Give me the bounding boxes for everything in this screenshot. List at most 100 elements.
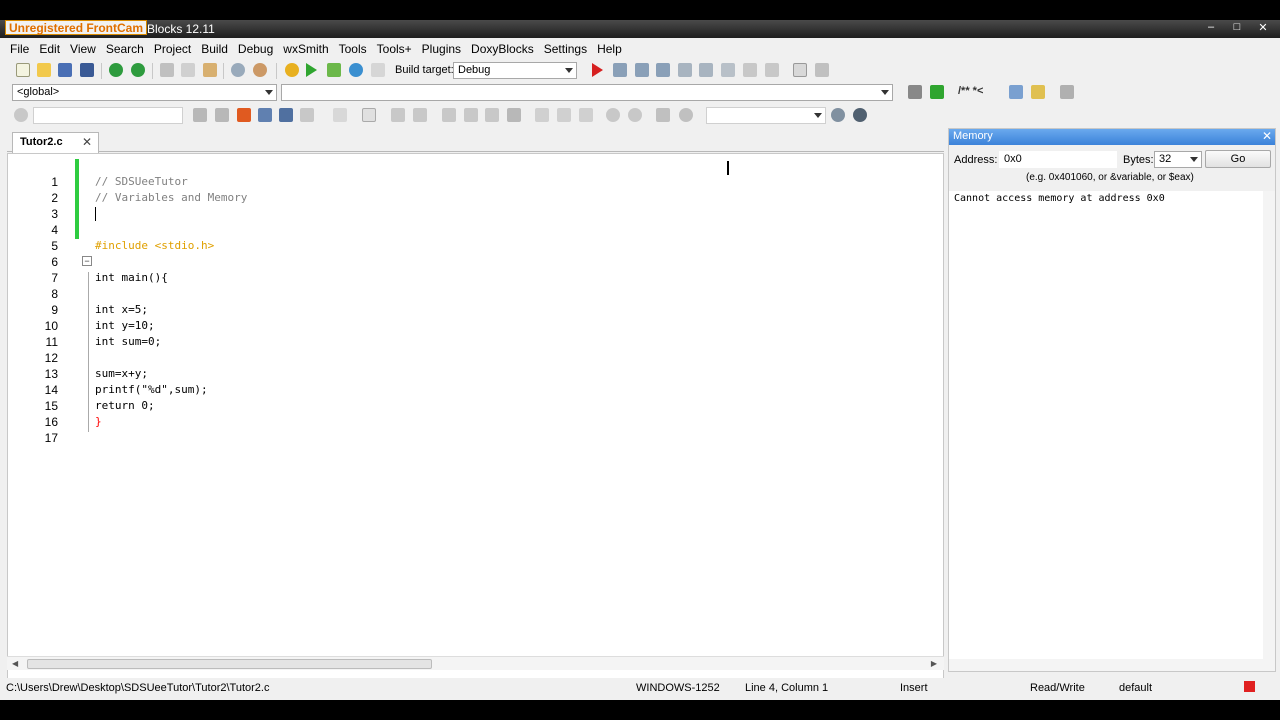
close-icon[interactable]: ✕ <box>1256 21 1270 34</box>
doxy-comment-icon[interactable]: /** *< <box>958 85 983 97</box>
memory-horizontal-scrollbar[interactable] <box>949 659 1275 671</box>
fill-icon[interactable] <box>507 108 521 122</box>
step-into-icon[interactable] <box>656 63 670 77</box>
rebuild-icon[interactable] <box>349 63 363 77</box>
find-icon[interactable] <box>231 63 245 77</box>
resize-icon[interactable] <box>413 108 427 122</box>
build-target-select[interactable]: Debug <box>453 62 577 79</box>
next-line-icon[interactable] <box>635 63 649 77</box>
snap-icon[interactable] <box>656 108 670 122</box>
menu-file[interactable]: File <box>5 42 34 56</box>
menu-project[interactable]: Project <box>149 42 196 56</box>
group-icon[interactable] <box>535 108 549 122</box>
arrange-icon[interactable] <box>579 108 593 122</box>
next-instruction-icon[interactable] <box>699 63 713 77</box>
menu-debug[interactable]: Debug <box>233 42 278 56</box>
back-arrow-icon[interactable] <box>193 108 207 122</box>
close-tab-icon[interactable]: ✕ <box>82 135 92 149</box>
run-to-cursor-icon[interactable] <box>613 63 627 77</box>
search-icon[interactable] <box>831 108 845 122</box>
save-all-icon[interactable] <box>80 63 94 77</box>
tab-tutor2-c[interactable]: Tutor2.c ✕ <box>12 132 99 153</box>
minimize-icon[interactable]: – <box>1204 21 1218 34</box>
menu-tools-plus[interactable]: Tools+ <box>372 42 417 56</box>
align-center-icon[interactable] <box>464 108 478 122</box>
new-file-icon[interactable] <box>16 63 30 77</box>
search-input[interactable] <box>33 107 183 124</box>
scrollbar-thumb[interactable] <box>27 659 432 669</box>
code-editor[interactable]: − 1// SDSUeeTutor 2// Variables and Memo… <box>7 153 944 693</box>
selected-text-icon[interactable] <box>258 108 272 122</box>
scroll-left-icon[interactable]: ◀ <box>12 659 18 668</box>
ungroup-icon[interactable] <box>557 108 571 122</box>
menu-doxyblocks[interactable]: DoxyBlocks <box>466 42 539 56</box>
code-line-6: 6 <box>51 255 58 269</box>
open-folder-icon[interactable] <box>37 63 51 77</box>
scroll-right-icon[interactable]: ▶ <box>931 659 937 668</box>
highlight-icon[interactable] <box>237 108 251 122</box>
clear-search-icon[interactable] <box>14 108 28 122</box>
save-icon[interactable] <box>58 63 72 77</box>
editor-horizontal-scrollbar[interactable]: ◀ ▶ <box>7 656 944 670</box>
memory-panel: Memory ✕ Address: 0x0 Bytes: 32 Go (e.g.… <box>948 128 1276 672</box>
align-left-icon[interactable] <box>442 108 456 122</box>
code-line-9: 9 int x=5; <box>51 303 148 317</box>
zoom-out-icon[interactable] <box>628 108 642 122</box>
code-line-15: 15 return 0; <box>44 399 155 413</box>
step-instruction-icon[interactable] <box>721 63 735 77</box>
debug-continue-icon[interactable] <box>592 63 603 77</box>
toggle-bookmark-icon[interactable] <box>908 85 922 99</box>
rectangle-icon[interactable] <box>362 108 376 122</box>
filter-select[interactable] <box>706 107 826 124</box>
doxy-run-icon[interactable] <box>1009 85 1023 99</box>
undo-icon[interactable] <box>109 63 123 77</box>
abort-icon[interactable] <box>371 63 385 77</box>
go-button[interactable]: Go <box>1205 150 1271 168</box>
forward-arrow-icon[interactable] <box>215 108 229 122</box>
chevron-down-icon <box>265 90 273 95</box>
address-input[interactable]: 0x0 <box>999 151 1117 168</box>
zoom-in-icon[interactable] <box>606 108 620 122</box>
search-options-icon[interactable] <box>853 108 867 122</box>
menu-help[interactable]: Help <box>592 42 627 56</box>
memory-vertical-scrollbar[interactable] <box>1263 191 1275 661</box>
menu-build[interactable]: Build <box>196 42 233 56</box>
scope-select[interactable]: <global> <box>12 84 277 101</box>
select-tool-icon[interactable] <box>333 108 347 122</box>
build-gear-icon[interactable] <box>285 63 299 77</box>
refresh-icon[interactable] <box>679 108 693 122</box>
bytes-label: Bytes: <box>1123 154 1154 166</box>
status-cursor-position: Line 4, Column 1 <box>745 682 829 694</box>
copy-icon[interactable] <box>181 63 195 77</box>
redo-icon[interactable] <box>131 63 145 77</box>
menu-view[interactable]: View <box>65 42 101 56</box>
match-case-icon[interactable] <box>279 108 293 122</box>
image-icon[interactable] <box>391 108 405 122</box>
regex-icon[interactable] <box>300 108 314 122</box>
stop-debug-icon[interactable] <box>765 63 779 77</box>
menu-search[interactable]: Search <box>101 42 149 56</box>
doxy-prefs-icon[interactable] <box>1060 85 1074 99</box>
cut-icon[interactable] <box>160 63 174 77</box>
step-out-icon[interactable] <box>678 63 692 77</box>
menu-wxsmith[interactable]: wxSmith <box>278 42 333 56</box>
close-panel-icon[interactable]: ✕ <box>1262 129 1272 143</box>
run-icon[interactable] <box>306 63 317 77</box>
function-select[interactable] <box>281 84 893 101</box>
paste-icon[interactable] <box>203 63 217 77</box>
maximize-icon[interactable]: □ <box>1230 21 1244 34</box>
build-and-run-icon[interactable] <box>327 63 341 77</box>
pause-icon[interactable] <box>743 63 757 77</box>
menu-edit[interactable]: Edit <box>34 42 65 56</box>
menu-plugins[interactable]: Plugins <box>417 42 466 56</box>
bytes-select[interactable]: 32 <box>1154 151 1202 168</box>
doxy-config-icon[interactable] <box>1031 85 1045 99</box>
align-right-icon[interactable] <box>485 108 499 122</box>
menu-settings[interactable]: Settings <box>539 42 592 56</box>
video-letterbox-top <box>0 0 1280 20</box>
menu-tools[interactable]: Tools <box>334 42 372 56</box>
replace-icon[interactable] <box>253 63 267 77</box>
debug-windows-icon[interactable] <box>793 63 807 77</box>
jump-icon[interactable] <box>930 85 944 99</box>
debug-info-icon[interactable] <box>815 63 829 77</box>
